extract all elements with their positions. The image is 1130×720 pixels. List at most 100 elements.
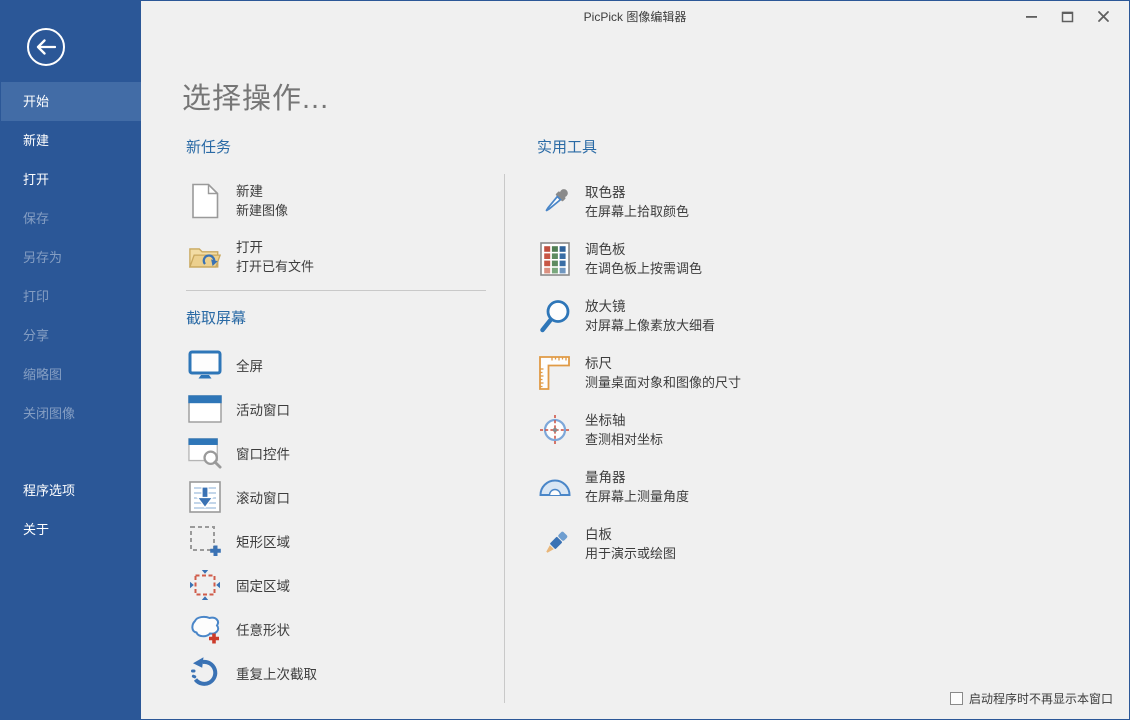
page-title: 选择操作... bbox=[182, 75, 329, 117]
utility-item-subtitle: 测量桌面对象和图像的尺寸 bbox=[585, 373, 741, 392]
capture-item-label: 滚动窗口 bbox=[236, 487, 290, 507]
maximize-icon bbox=[1061, 10, 1074, 23]
sidebar-item-about[interactable]: 关于 bbox=[1, 510, 141, 549]
utility-item-title: 放大镜 bbox=[585, 297, 715, 316]
utility-item-subtitle: 用于演示或绘图 bbox=[585, 544, 676, 563]
close-icon bbox=[1097, 10, 1110, 23]
utility-item-ruler[interactable]: 标尺 测量桌面对象和图像的尺寸 bbox=[537, 344, 907, 401]
sidebar-item-save-as: 另存为 bbox=[1, 238, 141, 277]
whiteboard-icon bbox=[537, 527, 573, 561]
minimize-button[interactable] bbox=[1013, 2, 1049, 30]
utility-item-crosshair[interactable]: 坐标轴 查测相对坐标 bbox=[537, 401, 907, 458]
capture-item-label: 任意形状 bbox=[236, 619, 290, 639]
capture-item-repeat-last[interactable]: 重复上次截取 bbox=[186, 651, 486, 695]
sidebar-item-close-image: 关闭图像 bbox=[1, 394, 141, 433]
active-window-icon bbox=[188, 395, 222, 423]
startup-hide-label: 启动程序时不再显示本窗口 bbox=[969, 690, 1113, 707]
sidebar-item-start[interactable]: 开始 bbox=[1, 82, 141, 121]
new-task-list: 新建 新建图像 打开 打开已有文件 bbox=[186, 173, 486, 285]
new-file-icon bbox=[188, 183, 222, 219]
utility-list: 取色器 在屏幕上拾取颜色 调色板 在调色板上按需调色 放大镜 bbox=[537, 173, 907, 572]
capture-item-fixed-region[interactable]: 固定区域 bbox=[186, 563, 486, 607]
utility-item-title: 量角器 bbox=[585, 468, 689, 487]
utility-item-title: 坐标轴 bbox=[585, 411, 663, 430]
picpick-window: PicPick 图像编辑器 开始 新建 打开 保存 另存为 打印 分享 缩略图 … bbox=[0, 0, 1130, 720]
right-column: 实用工具 取色器 在屏幕上拾取颜色 调色板 在调色板上按需调色 bbox=[537, 137, 907, 572]
sidebar-menu: 开始 新建 打开 保存 另存为 打印 分享 缩略图 关闭图像 bbox=[1, 82, 141, 433]
crosshair-icon bbox=[537, 413, 573, 447]
task-item-open[interactable]: 打开 打开已有文件 bbox=[186, 229, 486, 285]
section-header-utilities: 实用工具 bbox=[537, 137, 907, 161]
section-divider bbox=[186, 290, 486, 291]
capture-item-rectangle-region[interactable]: 矩形区域 bbox=[186, 519, 486, 563]
task-item-subtitle: 打开已有文件 bbox=[236, 257, 314, 276]
capture-item-label: 活动窗口 bbox=[236, 399, 290, 419]
sidebar-menu-bottom: 程序选项 关于 bbox=[1, 471, 141, 549]
utility-item-color-palette[interactable]: 调色板 在调色板上按需调色 bbox=[537, 230, 907, 287]
capture-item-label: 重复上次截取 bbox=[236, 663, 317, 683]
window-controls bbox=[1013, 2, 1121, 30]
back-arrow-icon bbox=[36, 39, 56, 55]
sidebar: 开始 新建 打开 保存 另存为 打印 分享 缩略图 关闭图像 程序选项 关于 bbox=[1, 1, 141, 719]
capture-item-label: 固定区域 bbox=[236, 575, 290, 595]
capture-item-window-control[interactable]: 窗口控件 bbox=[186, 431, 486, 475]
close-button[interactable] bbox=[1085, 2, 1121, 30]
titlebar[interactable]: PicPick 图像编辑器 bbox=[141, 1, 1129, 37]
sidebar-item-open[interactable]: 打开 bbox=[1, 160, 141, 199]
window-title: PicPick 图像编辑器 bbox=[141, 1, 1129, 35]
capture-item-label: 全屏 bbox=[236, 355, 263, 375]
utility-item-subtitle: 在屏幕上拾取颜色 bbox=[585, 202, 689, 221]
capture-item-label: 窗口控件 bbox=[236, 443, 290, 463]
utility-item-subtitle: 查测相对坐标 bbox=[585, 430, 663, 449]
sidebar-item-save: 保存 bbox=[1, 199, 141, 238]
section-header-new-tasks: 新任务 bbox=[186, 137, 486, 161]
open-folder-icon bbox=[188, 242, 222, 272]
minimize-icon bbox=[1025, 10, 1038, 23]
utility-item-subtitle: 在屏幕上测量角度 bbox=[585, 487, 689, 506]
fullscreen-icon bbox=[188, 350, 222, 380]
protractor-icon bbox=[537, 477, 573, 497]
back-button[interactable] bbox=[27, 28, 65, 66]
color-palette-icon bbox=[537, 242, 573, 276]
scrolling-window-icon bbox=[188, 481, 222, 513]
ruler-icon bbox=[537, 355, 573, 391]
task-item-title: 打开 bbox=[236, 238, 314, 257]
sidebar-item-options[interactable]: 程序选项 bbox=[1, 471, 141, 510]
magnifier-icon bbox=[537, 299, 573, 333]
maximize-button[interactable] bbox=[1049, 2, 1085, 30]
utility-item-title: 取色器 bbox=[585, 183, 689, 202]
repeat-capture-icon bbox=[188, 656, 222, 690]
left-column: 新任务 新建 新建图像 bbox=[186, 137, 486, 695]
task-item-new[interactable]: 新建 新建图像 bbox=[186, 173, 486, 229]
capture-item-scrolling-window[interactable]: 滚动窗口 bbox=[186, 475, 486, 519]
utility-item-title: 标尺 bbox=[585, 354, 741, 373]
task-item-subtitle: 新建图像 bbox=[236, 201, 288, 220]
section-header-screen-capture: 截取屏幕 bbox=[186, 308, 486, 332]
capture-item-freehand[interactable]: 任意形状 bbox=[186, 607, 486, 651]
freehand-icon bbox=[188, 614, 222, 644]
window-control-icon bbox=[188, 437, 222, 469]
sidebar-item-share: 分享 bbox=[1, 316, 141, 355]
startup-hide-option[interactable]: 启动程序时不再显示本窗口 bbox=[950, 690, 1113, 707]
utility-item-title: 调色板 bbox=[585, 240, 702, 259]
utility-item-title: 白板 bbox=[585, 525, 676, 544]
fixed-region-icon bbox=[188, 569, 222, 601]
utility-item-subtitle: 在调色板上按需调色 bbox=[585, 259, 702, 278]
utility-item-color-picker[interactable]: 取色器 在屏幕上拾取颜色 bbox=[537, 173, 907, 230]
utility-item-protractor[interactable]: 量角器 在屏幕上测量角度 bbox=[537, 458, 907, 515]
sidebar-item-thumbnail: 缩略图 bbox=[1, 355, 141, 394]
color-picker-icon bbox=[537, 185, 573, 219]
capture-item-label: 矩形区域 bbox=[236, 531, 290, 551]
capture-item-active-window[interactable]: 活动窗口 bbox=[186, 387, 486, 431]
startup-hide-checkbox[interactable] bbox=[950, 692, 963, 705]
utility-item-magnifier[interactable]: 放大镜 对屏幕上像素放大细看 bbox=[537, 287, 907, 344]
sidebar-item-print: 打印 bbox=[1, 277, 141, 316]
task-item-title: 新建 bbox=[236, 182, 288, 201]
utility-item-whiteboard[interactable]: 白板 用于演示或绘图 bbox=[537, 515, 907, 572]
capture-list: 全屏 活动窗口 窗口控件 滚动窗口 bbox=[186, 343, 486, 695]
rectangle-region-icon bbox=[188, 525, 222, 557]
column-divider bbox=[504, 174, 505, 703]
capture-item-fullscreen[interactable]: 全屏 bbox=[186, 343, 486, 387]
utility-item-subtitle: 对屏幕上像素放大细看 bbox=[585, 316, 715, 335]
sidebar-item-new[interactable]: 新建 bbox=[1, 121, 141, 160]
